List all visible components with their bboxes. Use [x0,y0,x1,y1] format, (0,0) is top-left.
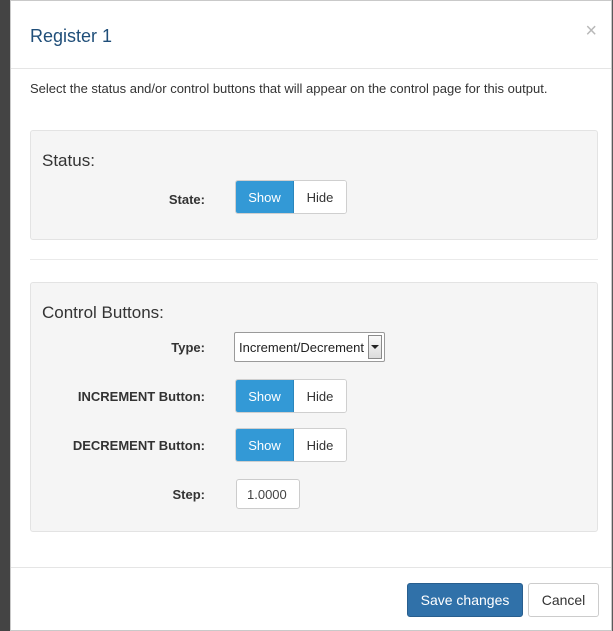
state-toggle: Show Hide [235,180,347,214]
chevron-down-icon[interactable] [368,335,382,359]
intro-text: Select the status and/or control buttons… [30,81,548,96]
cancel-button[interactable]: Cancel [528,583,599,617]
page-backdrop [0,0,10,631]
decrement-show-option[interactable]: Show [236,429,294,461]
state-hide-option[interactable]: Hide [294,181,346,213]
status-panel-title: Status: [42,151,95,170]
state-label: State: [168,192,205,207]
modal-title: Register 1 [30,26,113,46]
increment-toggle: Show Hide [235,379,347,413]
state-show-option[interactable]: Show [236,181,294,213]
type-select[interactable]: Increment/Decrement [234,332,385,362]
increment-hide-option[interactable]: Hide [294,380,346,412]
modal-header: Register 1 × [11,1,611,69]
control-panel-title: Control Buttons: [42,303,164,322]
save-changes-button[interactable]: Save changes [407,583,523,617]
step-label: Step: [172,487,206,502]
increment-label: INCREMENT Button: [77,389,205,404]
status-panel: Status: State: Show Hide [30,130,598,240]
close-icon[interactable]: × [585,21,597,41]
type-label: Type: [171,340,205,355]
step-input[interactable] [236,479,300,509]
increment-show-option[interactable]: Show [236,380,294,412]
decrement-hide-option[interactable]: Hide [294,429,346,461]
decrement-label: DECREMENT Button: [72,438,205,453]
decrement-toggle: Show Hide [235,428,347,462]
register-modal: Register 1 × Select the status and/or co… [10,0,612,631]
type-select-value: Increment/Decrement [239,339,364,355]
modal-footer: Save changes Cancel [11,567,611,631]
control-buttons-panel: Control Buttons: Type: Increment/Decreme… [30,282,598,532]
section-divider [30,259,598,260]
